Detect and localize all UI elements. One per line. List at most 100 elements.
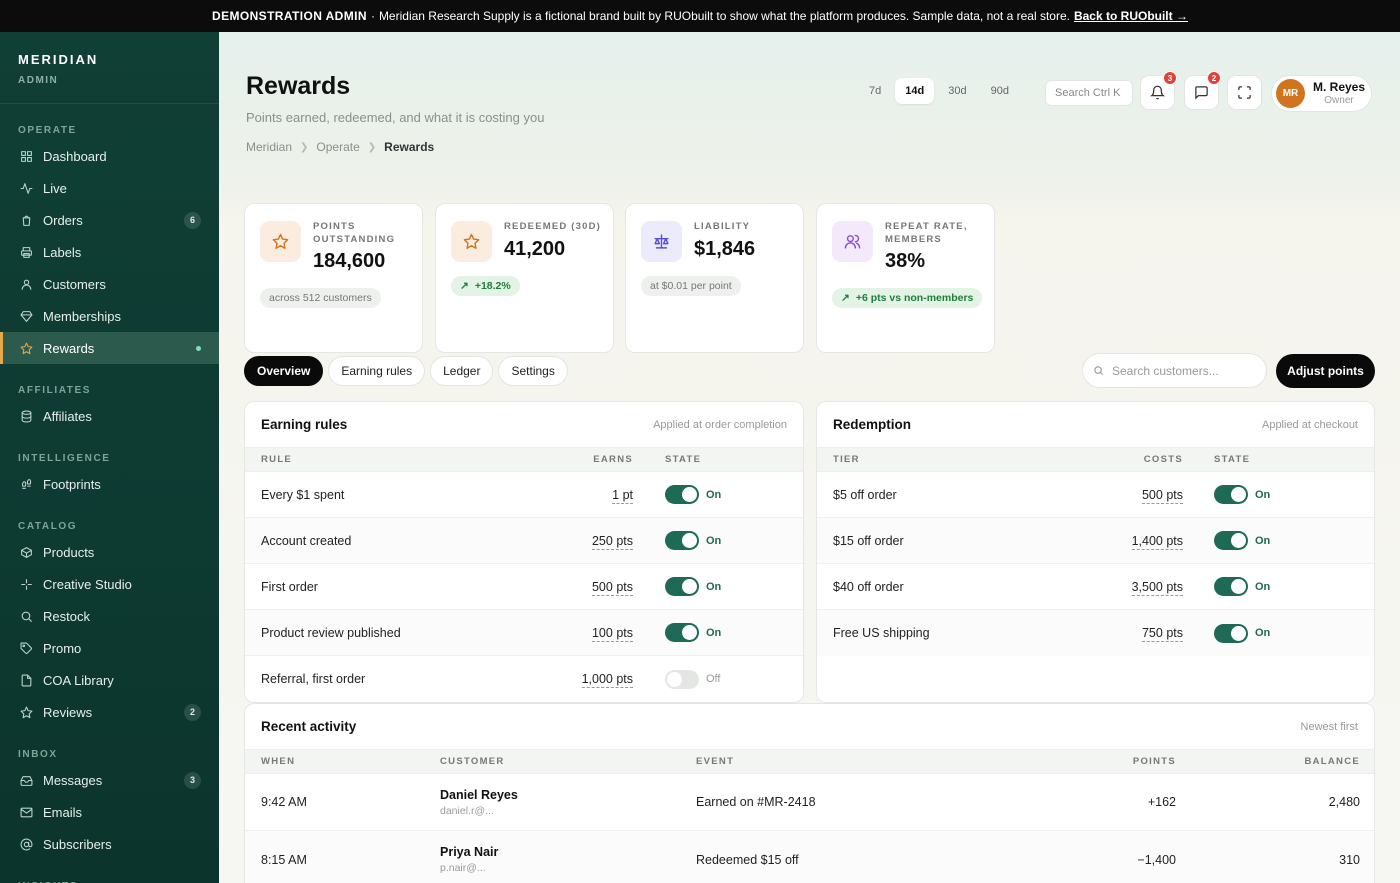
row-value: 1,400 pts — [1131, 533, 1183, 550]
kpi-sparkline — [260, 314, 408, 340]
sidebar-item-footprints[interactable]: Footprints — [0, 468, 219, 500]
tab-ledger[interactable]: Ledger — [430, 356, 494, 386]
sidebar-item-reviews[interactable]: Reviews 2 — [0, 696, 219, 728]
row-value-cell: 1,400 pts — [1117, 533, 1183, 550]
arrow-up-icon: ↗ — [460, 280, 469, 292]
fullscreen-button[interactable] — [1227, 75, 1262, 110]
sidebar-item-subscribers[interactable]: Subscribers — [0, 828, 219, 860]
scale-icon — [654, 234, 669, 249]
state-label: Off — [706, 673, 721, 685]
notifications-badge: 3 — [1163, 71, 1177, 85]
state-cell: On — [1183, 531, 1270, 550]
sidebar-item-restock[interactable]: Restock — [0, 600, 219, 632]
sidebar-item-labels[interactable]: Labels — [0, 236, 219, 268]
sidebar-item-affiliates[interactable]: Affiliates — [0, 400, 219, 432]
range-option-7d[interactable]: 7d — [859, 78, 891, 104]
table-row: Product review published 100 pts On — [245, 610, 803, 656]
tab-earning-rules[interactable]: Earning rules — [328, 356, 426, 386]
state-toggle[interactable] — [665, 485, 699, 504]
recent-activity-panel: Recent activity Newest first WHEN CUSTOM… — [244, 703, 1375, 883]
breadcrumb-item[interactable]: Meridian — [246, 140, 292, 154]
users-icon — [844, 234, 861, 249]
range-option-30d[interactable]: 30d — [938, 78, 976, 104]
demo-banner: DEMONSTRATION ADMIN · Meridian Research … — [0, 0, 1400, 32]
sidebar-item-products[interactable]: Products — [0, 536, 219, 568]
sidebar-item-promo[interactable]: Promo — [0, 632, 219, 664]
column-header: EARNS — [593, 454, 633, 465]
kpi-delta: across 512 customers — [260, 288, 381, 308]
table-row: $5 off order 500 pts On — [817, 472, 1374, 518]
table-row: $15 off order 1,400 pts On — [817, 518, 1374, 564]
mail-icon — [20, 807, 33, 817]
tab-overview[interactable]: Overview — [244, 356, 324, 386]
row-value: 250 pts — [591, 533, 633, 550]
sidebar-item-emails[interactable]: Emails — [0, 796, 219, 828]
notifications-button[interactable]: 3 — [1140, 71, 1177, 110]
sidebar-item-label: Orders — [43, 212, 83, 228]
sidebar-item-icon — [20, 706, 33, 719]
customer-search[interactable]: Search customers... — [1082, 353, 1267, 388]
activity-header: WHEN CUSTOMER EVENT POINTS BALANCE — [245, 749, 1374, 774]
sidebar-item-icon — [20, 246, 33, 259]
table-row: First order 500 pts On — [245, 564, 803, 610]
activity-row[interactable]: 8:15 AM Priya Nair p.nair@... Redeemed $15 … — [245, 831, 1374, 883]
state-toggle[interactable] — [665, 669, 699, 689]
sidebar-item-live[interactable]: Live — [0, 172, 219, 204]
kpi-card: LIABILITY $1,846 at $0.01 per point — [625, 203, 804, 353]
user-menu[interactable]: MR M. Reyes Owner — [1271, 75, 1372, 112]
row-label: $5 off order — [833, 487, 897, 502]
sidebar-item-icon — [20, 214, 33, 227]
customer-name[interactable]: Daniel Reyes — [440, 788, 696, 802]
banner-sep: · — [370, 9, 375, 23]
state-toggle[interactable] — [665, 577, 699, 596]
state-toggle[interactable] — [1214, 577, 1248, 596]
kpi-label: REDEEMED (30D) — [504, 221, 602, 232]
sidebar-item-customers[interactable]: Customers — [0, 268, 219, 300]
state-label: On — [1255, 580, 1271, 593]
sidebar-item-icon — [20, 578, 33, 591]
activity-row[interactable]: 9:42 AM Daniel Reyes daniel.r@... Earned on… — [245, 774, 1374, 831]
tab-settings[interactable]: Settings — [498, 356, 568, 386]
sidebar-item-orders[interactable]: Orders 6 — [0, 204, 219, 236]
state-label: On — [706, 626, 722, 639]
brand-name: MERIDIAN — [18, 52, 99, 67]
sidebar-item-messages[interactable]: Messages 3 — [0, 764, 219, 796]
sidebar-item-icon — [20, 478, 33, 491]
nav-section-label: CATALOG — [18, 521, 78, 532]
row-label: Referral, first order — [261, 672, 366, 686]
state-toggle[interactable] — [665, 531, 699, 550]
activity-customer: Daniel Reyes daniel.r@... — [440, 788, 696, 817]
adjust-points-button[interactable]: Adjust points — [1276, 354, 1375, 388]
sidebar-item-creative-studio[interactable]: Creative Studio — [0, 568, 219, 600]
kpi-delta: ↗ +6 pts vs non-members — [832, 288, 983, 308]
banner-text: Meridian Research Supply is a fictional … — [378, 9, 1070, 23]
state-toggle[interactable] — [665, 623, 699, 642]
global-search[interactable]: Search Ctrl K — [1045, 80, 1133, 106]
state-cell: On — [1183, 485, 1270, 504]
sidebar-item-dashboard[interactable]: Dashboard — [0, 140, 219, 172]
column-header: STATE — [1214, 454, 1251, 465]
state-toggle[interactable] — [1214, 531, 1248, 550]
range-option-14d[interactable]: 14d — [895, 78, 935, 104]
row-value-cell: 500 pts — [545, 579, 633, 596]
row-value-cell: 500 pts — [1117, 487, 1183, 504]
global-search-label: Search — [1055, 87, 1090, 99]
state-toggle[interactable] — [1214, 623, 1248, 643]
table-row: Every $1 spent 1 pt On — [245, 472, 803, 518]
banner-link[interactable]: Back to RUObuilt → — [1074, 9, 1188, 23]
customer-name[interactable]: Priya Nair — [440, 845, 696, 859]
sidebar-item-memberships[interactable]: Memberships — [0, 300, 219, 332]
row-value-cell: 3,500 pts — [1117, 579, 1183, 596]
messages-button[interactable]: 2 — [1184, 71, 1221, 110]
sidebar-item-rewards[interactable]: Rewards — [0, 332, 219, 364]
activity-points: −1,400 — [1137, 852, 1176, 867]
table-row: $40 off order 3,500 pts On — [817, 564, 1374, 610]
messages-badge: 2 — [1207, 71, 1221, 85]
sidebar-item-coa-library[interactable]: COA Library — [0, 664, 219, 696]
breadcrumb-item[interactable]: Operate — [316, 140, 359, 154]
column-header: WHEN — [261, 756, 296, 767]
state-toggle[interactable] — [1214, 485, 1248, 504]
range-option-90d[interactable]: 90d — [981, 78, 1019, 104]
search-icon — [1094, 366, 1104, 376]
redemption-header: TIER COSTS STATE — [817, 447, 1374, 472]
